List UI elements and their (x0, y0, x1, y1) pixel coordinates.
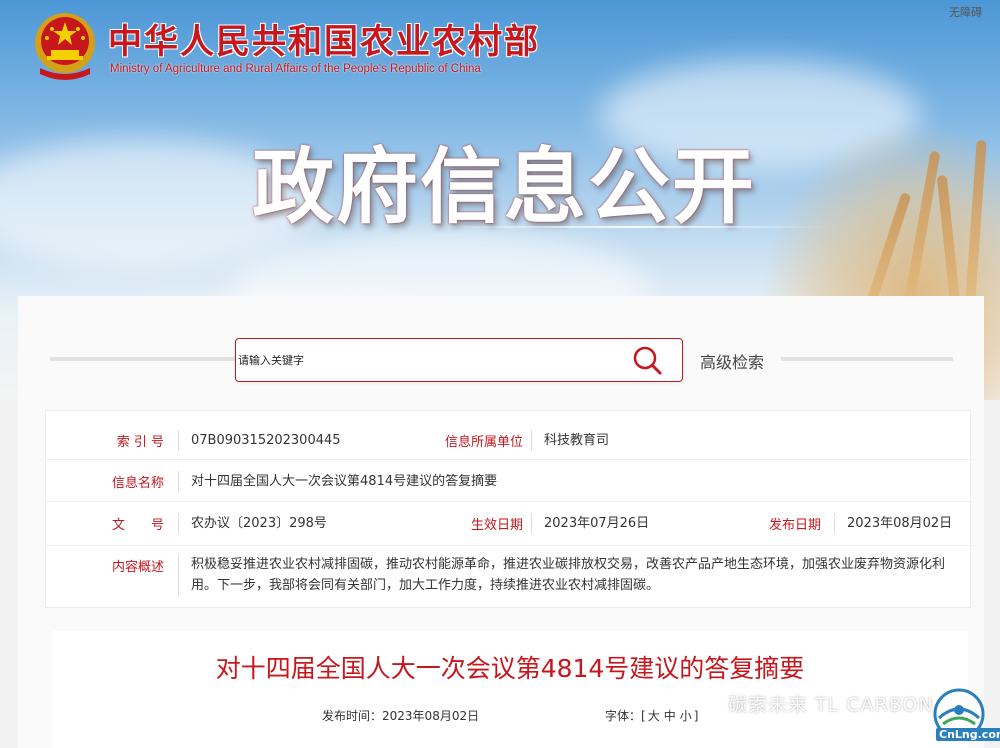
publish-time-label: 发布时间： (322, 709, 383, 723)
info-row-name: 信息名称 对十四届全国人大一次会议第4814号建议的答复摘要 (46, 461, 972, 499)
search-input[interactable] (238, 342, 618, 378)
search-icon[interactable] (630, 344, 664, 376)
main-panel: 高级检索 索 引 号 07B090315202300445 信息所属单位 科技教… (18, 296, 984, 748)
summary-value: 积极稳妥推进农业农村减排固碳，推动农村能源革命，推进农业碳排放权交易，改善农产品… (178, 554, 958, 596)
name-value: 对十四届全国人大一次会议第4814号建议的答复摘要 (178, 471, 497, 492)
doc-number-value: 农办议〔2023〕298号 (178, 513, 327, 534)
font-small-option[interactable]: 小 (680, 709, 692, 723)
article-title: 对十四届全国人大一次会议第4814号建议的答复摘要 (215, 654, 805, 683)
effective-date-label: 生效日期 (470, 518, 523, 533)
font-size-label: 字体： (605, 709, 642, 723)
info-row-index: 索 引 号 07B090315202300445 信息所属单位 科技教育司 (46, 411, 972, 453)
watermark-text: 碳索未来 TL CARBON (728, 694, 934, 716)
ministry-name-cn[interactable]: 中华人民共和国农业农村部 (108, 14, 540, 63)
doc-number-label: 文 号 (111, 518, 164, 533)
divider (781, 357, 953, 361)
section-title: 政府信息公开 (252, 140, 757, 235)
publish-time: 发布时间：2023年08月02日 (322, 707, 479, 724)
wechat-icon (700, 693, 723, 712)
divider (50, 357, 235, 361)
unit-value: 科技教育司 (531, 430, 609, 451)
summary-label: 内容概述 (111, 560, 164, 575)
accessibility-link[interactable]: 无障碍 (949, 4, 982, 20)
ministry-name-en: Ministry of Agriculture and Rural Affair… (110, 63, 481, 75)
font-large-option[interactable]: 大 (648, 709, 660, 723)
publish-time-value: 2023年08月02日 (382, 709, 480, 723)
font-medium-option[interactable]: 中 (664, 709, 676, 723)
index-label: 索 引 号 (116, 435, 164, 450)
info-row-summary: 内容概述 积极稳妥推进农业农村减排固碳，推动农村能源革命，推进农业碳排放权交易，… (46, 547, 972, 607)
info-table: 索 引 号 07B090315202300445 信息所属单位 科技教育司 信息… (45, 410, 972, 608)
name-label: 信息名称 (111, 476, 164, 491)
info-row-doc: 文 号 农办议〔2023〕298号 生效日期 2023年07月26日 发布日期 … (46, 503, 972, 543)
font-size-selector: 字体：[大中小] (605, 709, 699, 723)
search-row: 高级检索 (18, 296, 984, 416)
publish-date-value: 2023年08月02日 (834, 513, 952, 534)
publish-date-label: 发布日期 (768, 518, 821, 533)
search-box (235, 338, 683, 382)
effective-date-value: 2023年07月26日 (531, 513, 649, 534)
advanced-search-link[interactable]: 高级检索 (700, 349, 764, 373)
cnlng-logo-text: CnLng.com (936, 728, 1000, 741)
index-value: 07B090315202300445 (178, 430, 341, 451)
unit-label: 信息所属单位 (444, 435, 523, 450)
national-emblem-icon (35, 13, 95, 80)
title-underline (440, 226, 830, 228)
